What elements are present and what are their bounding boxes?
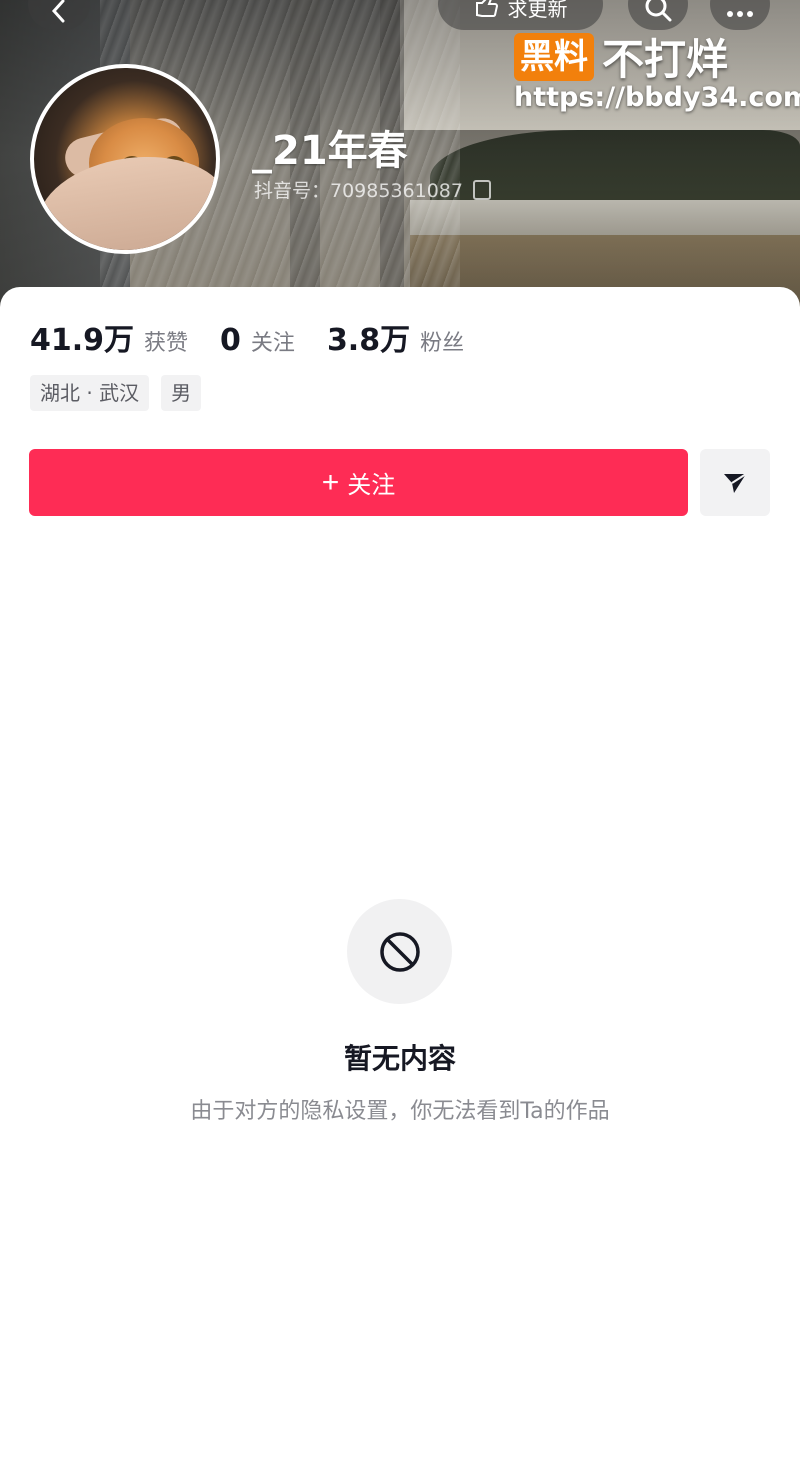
empty-state-title: 暂无内容 — [343, 1042, 456, 1075]
stat-likes[interactable]: 41.9万 获赞 — [30, 315, 188, 359]
douyin-id[interactable]: 抖音号：70985361087 — [254, 176, 491, 203]
empty-state-icon-wrap — [347, 899, 452, 1004]
stat-label: 关注 — [250, 331, 295, 356]
location-tag: 湖北 · 武汉 — [30, 375, 150, 411]
stat-value: 3.8万 — [326, 323, 411, 358]
no-content-icon — [379, 931, 420, 972]
stat-label: 粉丝 — [420, 331, 465, 356]
douyin-id-text: 抖音号：70985361087 — [254, 180, 463, 202]
paper-plane-icon — [724, 472, 747, 493]
stat-value: 41.9万 — [30, 323, 135, 358]
watermark-badge: 黑料 — [514, 32, 594, 81]
empty-state-description: 由于对方的隐私设置，你无法看到Ta的作品 — [190, 1099, 610, 1124]
request-update-label: 求更新 — [507, 0, 568, 21]
plus-icon: + — [321, 465, 340, 499]
profile-cover: 求更新 黑料 不打烊 https://bbdy34.com _21年春 抖音号：… — [0, 0, 800, 310]
nickname: _21年春 — [252, 128, 408, 174]
follow-label: 关注 — [347, 472, 396, 499]
stat-following[interactable]: 0 关注 — [220, 323, 295, 358]
send-message-button[interactable] — [700, 449, 770, 516]
hand-icon — [475, 0, 498, 18]
gender-tag: 男 — [161, 375, 202, 411]
stats-row: 41.9万 获赞 0 关注 3.8万 粉丝 — [30, 315, 496, 359]
chevron-left-icon — [51, 0, 65, 23]
watermark: 黑料 不打烊 — [514, 26, 728, 87]
stat-followers[interactable]: 3.8万 粉丝 — [327, 315, 464, 359]
profile-card: 41.9万 获赞 0 关注 3.8万 粉丝 湖北 · 武汉 男 + 关注 暂无内… — [0, 287, 800, 1473]
follow-button[interactable]: + 关注 — [29, 449, 688, 516]
profile-tags: 湖北 · 武汉 男 — [30, 375, 202, 411]
search-icon — [645, 0, 672, 22]
avatar[interactable] — [30, 64, 220, 254]
stat-value: 0 — [220, 323, 241, 358]
copy-icon[interactable] — [472, 179, 491, 200]
watermark-text: 不打烊 — [602, 35, 729, 84]
more-dots-icon — [727, 11, 753, 17]
stat-label: 获赞 — [144, 331, 189, 356]
watermark-url: https://bbdy34.com — [514, 82, 800, 113]
